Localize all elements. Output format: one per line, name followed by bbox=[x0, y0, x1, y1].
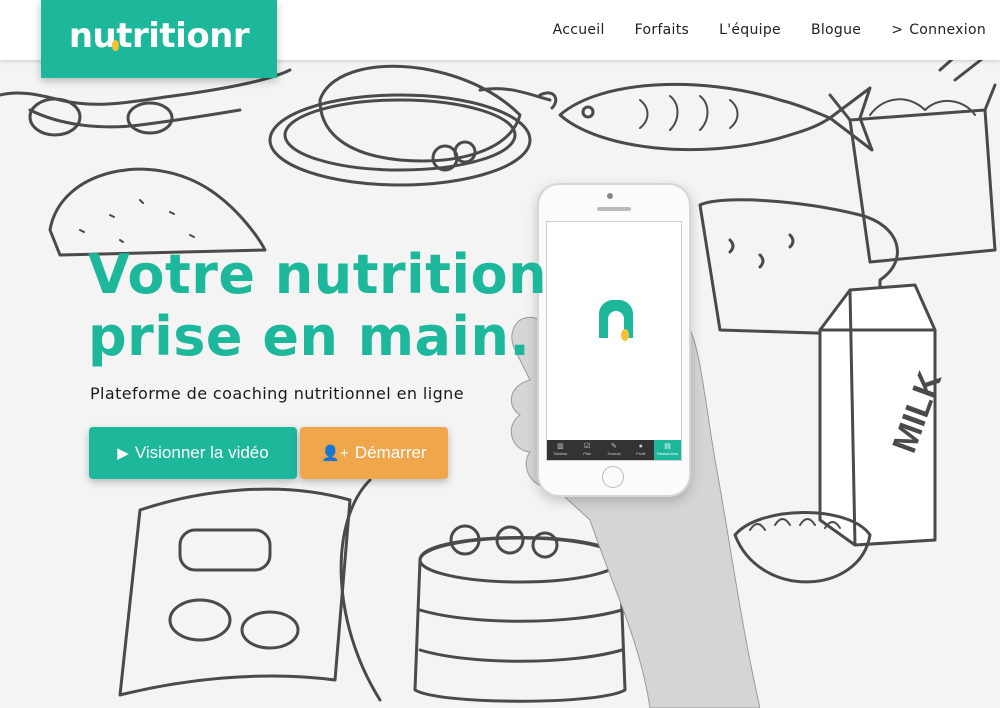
app-tab-label: Plan bbox=[583, 451, 592, 456]
hero-subtitle: Plateforme de coaching nutritionnel en l… bbox=[90, 384, 464, 403]
brand-logo-dot bbox=[112, 40, 119, 51]
phone-mockup: ▥ Tableau ☑ Plan ✎ Journal ● Profil ▤ Ressour… bbox=[537, 183, 691, 497]
check-icon: ☑ bbox=[584, 443, 591, 450]
app-tab-profil[interactable]: ● Profil bbox=[627, 440, 654, 460]
app-logo-icon bbox=[599, 300, 633, 341]
hero-title-line2: prise en main. bbox=[88, 305, 531, 368]
app-tab-label: Journal bbox=[607, 451, 621, 456]
watch-video-label: Visionner la vidéo bbox=[134, 443, 269, 462]
play-icon: ▶ bbox=[117, 445, 129, 462]
pen-icon: ✎ bbox=[611, 443, 617, 450]
add-user-icon: 👤+ bbox=[321, 445, 349, 462]
book-icon: ▤ bbox=[664, 443, 671, 450]
app-tab-bar: ▥ Tableau ☑ Plan ✎ Journal ● Profil ▤ Ressour… bbox=[547, 440, 681, 460]
app-tab-label: Ressources bbox=[657, 451, 679, 456]
chevron-right-icon: > bbox=[891, 22, 904, 38]
phone-screen: ▥ Tableau ☑ Plan ✎ Journal ● Profil ▤ Ressour… bbox=[546, 221, 682, 461]
app-tab-label: Tableau bbox=[553, 451, 568, 456]
chart-icon: ▥ bbox=[557, 443, 564, 450]
app-tab-journal[interactable]: ✎ Journal bbox=[601, 440, 628, 460]
brand-logo-text: nutritionr bbox=[68, 16, 250, 56]
start-button[interactable]: 👤+ Démarrer bbox=[300, 427, 448, 479]
hero-title: Votre nutrition prise en main. bbox=[88, 244, 548, 368]
brand-logo[interactable]: nutritionr bbox=[41, 0, 277, 78]
nav-equipe[interactable]: L'équipe bbox=[719, 22, 781, 38]
app-logo-inner bbox=[608, 311, 629, 341]
app-tab-tableau[interactable]: ▥ Tableau bbox=[547, 440, 574, 460]
nav-forfaits[interactable]: Forfaits bbox=[635, 22, 689, 38]
phone-speaker bbox=[597, 207, 631, 211]
app-tab-plan[interactable]: ☑ Plan bbox=[574, 440, 601, 460]
hero-title-line1: Votre nutrition bbox=[88, 243, 548, 306]
app-tab-ressources[interactable]: ▤ Ressources bbox=[654, 440, 681, 460]
start-label: Démarrer bbox=[354, 443, 427, 462]
phone-home-button bbox=[602, 466, 624, 488]
watch-video-button[interactable]: ▶ Visionner la vidéo bbox=[89, 427, 297, 479]
app-tab-label: Profil bbox=[636, 451, 646, 456]
nav-accueil[interactable]: Accueil bbox=[553, 22, 605, 38]
phone-camera bbox=[607, 193, 613, 199]
app-logo-dot bbox=[621, 329, 629, 341]
user-icon: ● bbox=[638, 443, 643, 450]
main-nav: Accueil Forfaits L'équipe Blogue > Connex… bbox=[523, 0, 986, 60]
nav-connexion[interactable]: > Connexion bbox=[891, 22, 986, 38]
nav-connexion-label: Connexion bbox=[909, 22, 986, 38]
nav-blogue[interactable]: Blogue bbox=[811, 22, 861, 38]
